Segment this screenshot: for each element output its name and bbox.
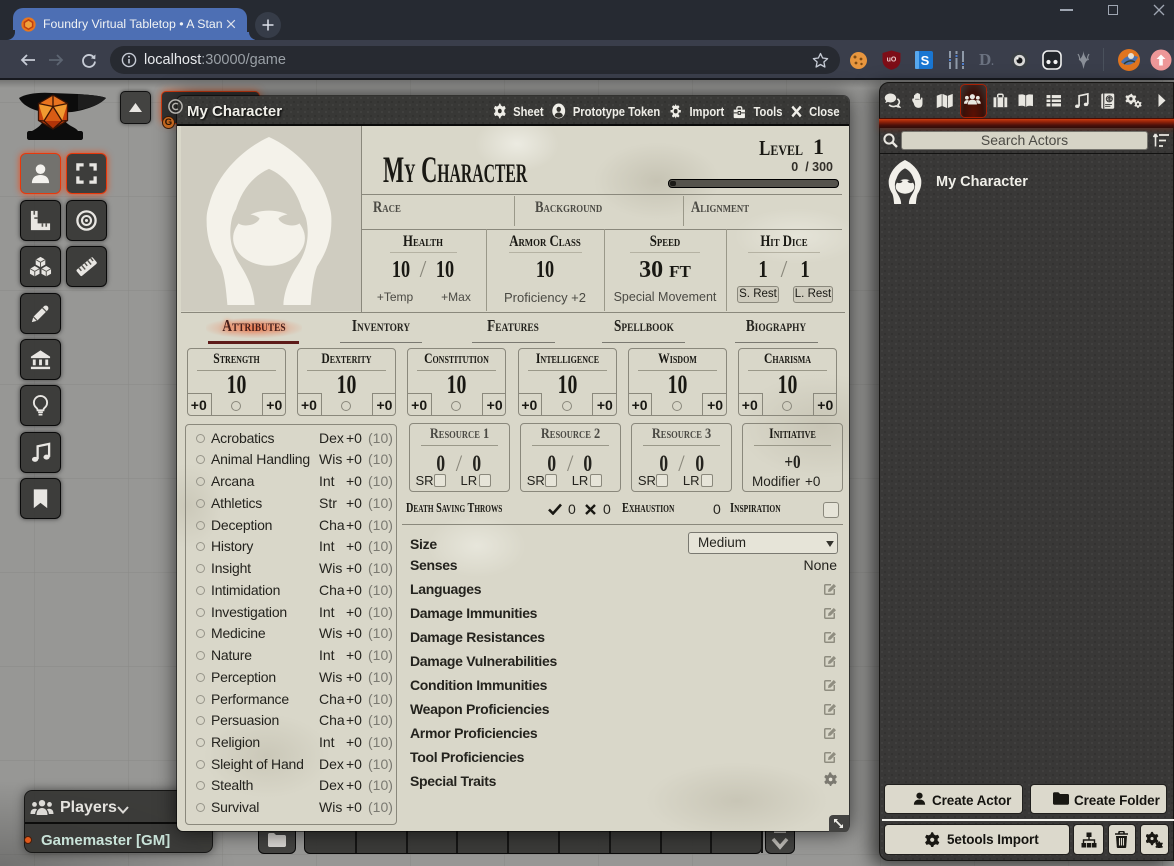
svg-text:S: S: [921, 53, 930, 68]
svg-text:uO: uO: [887, 57, 897, 64]
